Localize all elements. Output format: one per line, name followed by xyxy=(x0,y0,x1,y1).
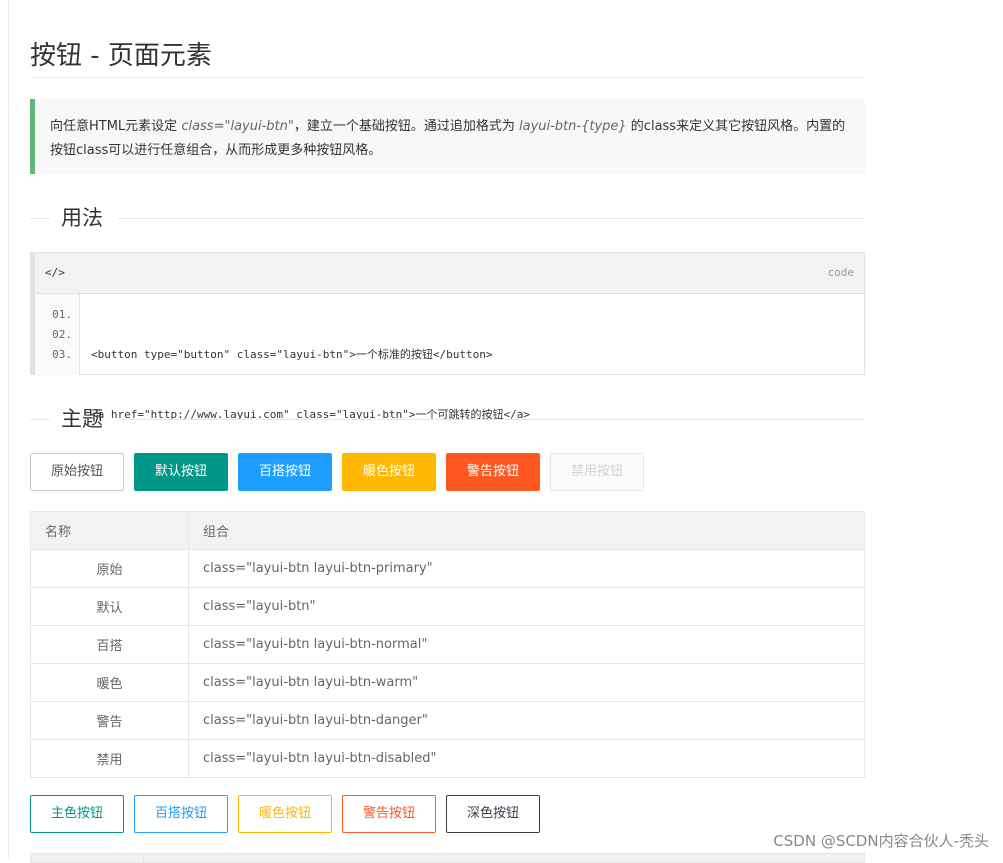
line-number-gutter: 01. 02. 03. xyxy=(35,294,80,375)
code-body: 01. 02. 03. <button type="button" class=… xyxy=(35,294,864,421)
usage-heading: 用法 xyxy=(61,206,103,230)
line-number: 01. xyxy=(52,308,72,321)
line-number: 03. xyxy=(52,348,72,361)
code-lang-label: code xyxy=(827,266,855,279)
usage-section-header: 用法 xyxy=(30,203,865,233)
cell-name: 百搭 xyxy=(30,625,189,664)
code-line: <button type="button" class="layui-btn">… xyxy=(91,348,493,361)
cell-class: class="layui-btn layui-btn-danger" xyxy=(188,701,865,740)
intro-text-2: ，建立一个基础按钮。通过追加格式为 xyxy=(293,119,519,134)
normal-button[interactable]: 百搭按钮 xyxy=(238,453,332,491)
cell-class: class="layui-btn layui-btn-warm" xyxy=(188,663,865,702)
default-button[interactable]: 默认按钮 xyxy=(134,453,228,491)
outline-danger-button[interactable]: 警告按钮 xyxy=(342,795,436,833)
theme-table: 名称 组合 原始 class="layui-btn layui-btn-prim… xyxy=(30,511,865,778)
disabled-button: 禁用按钮 xyxy=(550,453,644,491)
column-header-combo: 组合 xyxy=(188,511,865,550)
left-border xyxy=(8,0,9,859)
code-block: </> code 01. 02. 03. <button type="butto… xyxy=(30,252,865,421)
intro-text-1: 向任意HTML元素设定 xyxy=(50,119,182,134)
next-table-divider xyxy=(143,854,144,862)
code-header: </> code xyxy=(35,253,864,294)
next-table-top xyxy=(30,853,865,863)
page-title: 按钮 - 页面元素 xyxy=(30,41,212,72)
line-number: 02. xyxy=(52,328,72,341)
table-row: 默认 class="layui-btn" xyxy=(30,587,865,626)
table-row: 原始 class="layui-btn layui-btn-primary" xyxy=(30,549,865,588)
intro-code-1: class="layui-btn" xyxy=(181,119,294,134)
table-header-row: 名称 组合 xyxy=(30,511,865,550)
cell-class: class="layui-btn layui-btn-normal" xyxy=(188,625,865,664)
table-row: 百搭 class="layui-btn layui-btn-normal" xyxy=(30,625,865,664)
cell-class: class="layui-btn layui-btn-disabled" xyxy=(188,739,865,778)
table-row: 暖色 class="layui-btn layui-btn-warm" xyxy=(30,663,865,702)
column-header-name: 名称 xyxy=(30,511,189,550)
cell-name: 暖色 xyxy=(30,663,189,702)
section-rule-right xyxy=(118,419,865,420)
cell-name: 原始 xyxy=(30,549,189,588)
intro-code-2: layui-btn-{type} xyxy=(518,119,627,134)
cell-class: class="layui-btn layui-btn-primary" xyxy=(188,549,865,588)
outline-main-button[interactable]: 主色按钮 xyxy=(30,795,124,833)
section-rule-left xyxy=(30,218,50,219)
table-row: 警告 class="layui-btn layui-btn-danger" xyxy=(30,701,865,740)
table-row: 禁用 class="layui-btn layui-btn-disabled" xyxy=(30,739,865,778)
code-tag-icon: </> xyxy=(45,266,65,279)
danger-button[interactable]: 警告按钮 xyxy=(446,453,540,491)
csdn-watermark: CSDN @SCDN内容合伙人-秃头 xyxy=(773,832,989,850)
outline-warm-button[interactable]: 暖色按钮 xyxy=(238,795,332,833)
cell-class: class="layui-btn" xyxy=(188,587,865,626)
theme-heading: 主题 xyxy=(61,407,103,431)
outline-normal-button[interactable]: 百搭按钮 xyxy=(134,795,228,833)
theme-section-header: 主题 xyxy=(30,404,865,434)
section-rule-left xyxy=(30,419,50,420)
intro-quote: 向任意HTML元素设定 class="layui-btn"，建立一个基础按钮。通… xyxy=(30,99,865,174)
outline-dark-button[interactable]: 深色按钮 xyxy=(446,795,540,833)
cell-name: 禁用 xyxy=(30,739,189,778)
cell-name: 警告 xyxy=(30,701,189,740)
original-button[interactable]: 原始按钮 xyxy=(30,453,124,491)
section-rule-right xyxy=(118,218,865,219)
warm-button[interactable]: 暖色按钮 xyxy=(342,453,436,491)
title-divider xyxy=(30,77,865,78)
cell-name: 默认 xyxy=(30,587,189,626)
